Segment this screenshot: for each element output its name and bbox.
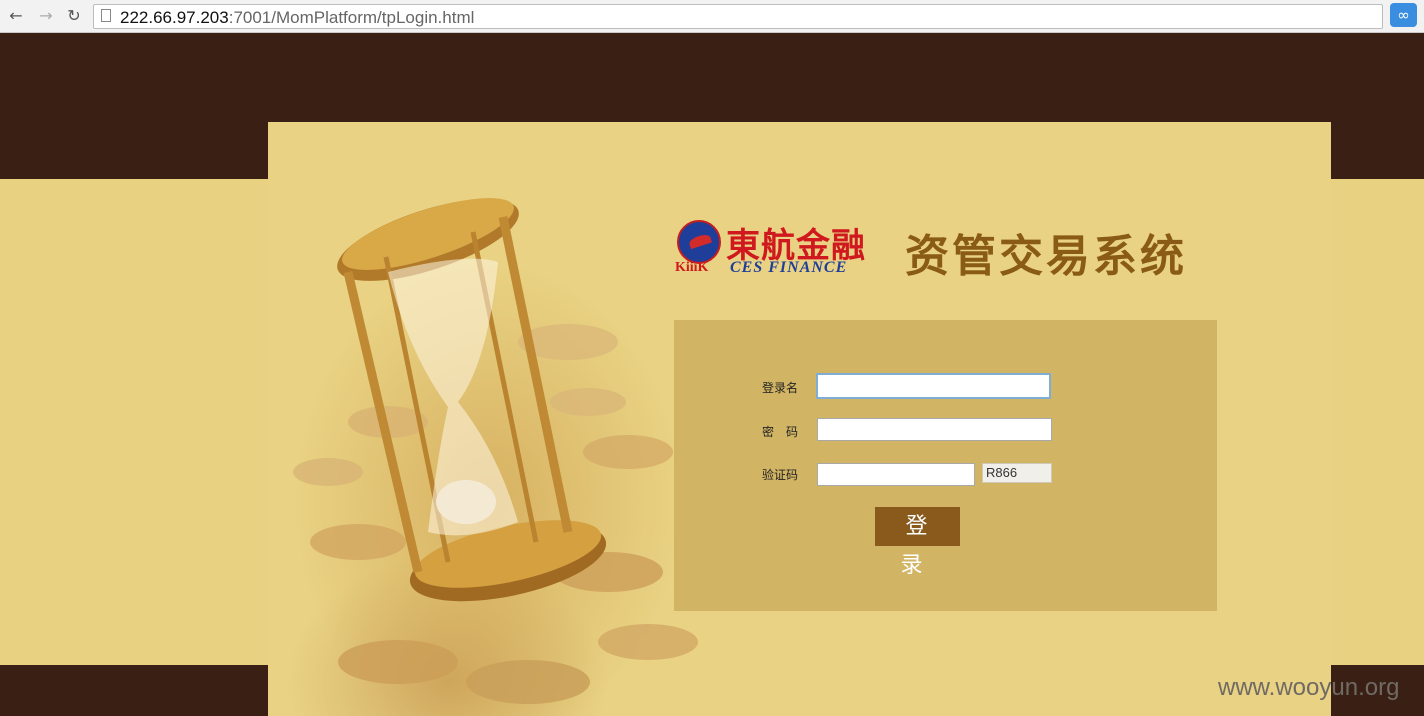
login-button[interactable]: 登 录: [875, 507, 960, 578]
reload-icon[interactable]: ↻: [64, 6, 84, 26]
login-panel: 東航金融 KiiiK CES FINANCE 资管交易系统 登录名 密 码 验证…: [268, 122, 1331, 716]
url-text: 222.66.97.203:7001/MomPlatform/tpLogin.h…: [120, 8, 474, 28]
browser-toolbar: ← → ↻ 222.66.97.203:7001/MomPlatform/tpL…: [0, 0, 1424, 33]
extension-icon[interactable]: ∞: [1390, 3, 1417, 27]
captcha-label: 验证码: [762, 468, 799, 482]
hourglass-coins-illustration: [268, 122, 708, 716]
url-path: :7001/MomPlatform/tpLogin.html: [228, 8, 475, 27]
system-title: 资管交易系统: [905, 231, 1187, 282]
watermark: www.wooyun.org: [1218, 674, 1400, 701]
password-label: 密 码: [762, 425, 799, 439]
airline-logo-icon: [677, 220, 721, 264]
url-host: 222.66.97.203: [120, 8, 229, 27]
login-form: 登录名 密 码 验证码 R866 登 录: [674, 320, 1217, 611]
hourglass-icon: [293, 198, 698, 704]
username-input[interactable]: [816, 373, 1051, 399]
brand-english-name: CES FINANCE: [730, 259, 848, 276]
address-bar[interactable]: 222.66.97.203:7001/MomPlatform/tpLogin.h…: [93, 4, 1383, 29]
password-input[interactable]: [817, 418, 1052, 441]
brand-kiik: KiiiK: [675, 260, 709, 275]
page-icon: [101, 9, 111, 22]
forward-icon[interactable]: →: [36, 6, 56, 26]
captcha-input[interactable]: [817, 463, 975, 486]
username-label: 登录名: [762, 381, 799, 395]
captcha-image[interactable]: R866: [982, 463, 1052, 483]
back-icon[interactable]: ←: [6, 6, 26, 26]
